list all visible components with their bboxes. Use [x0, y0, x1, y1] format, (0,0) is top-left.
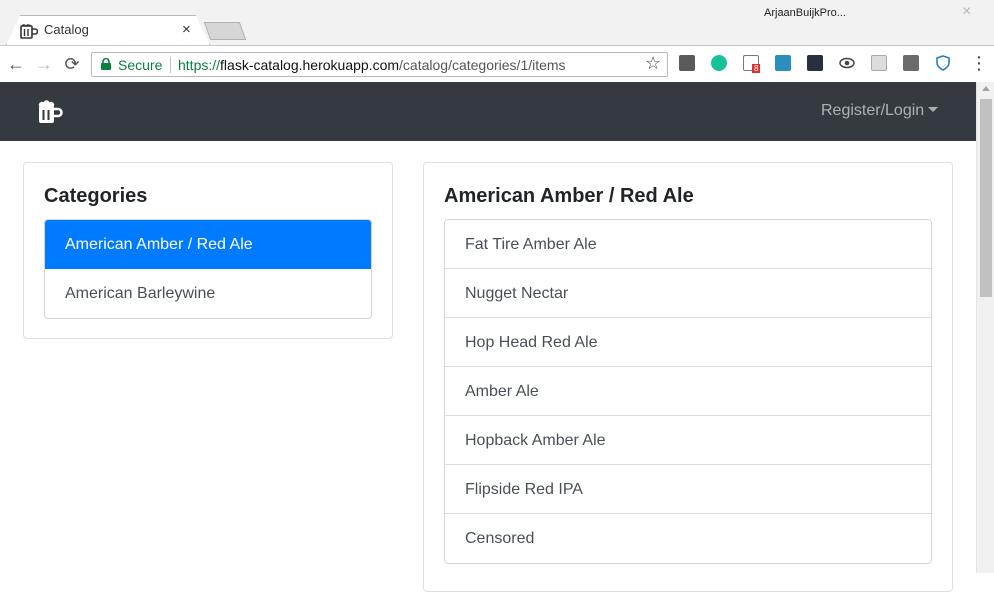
register-login-dropdown[interactable]: Register/Login: [821, 102, 939, 120]
shield-icon[interactable]: [935, 55, 951, 71]
extension-badge: 8: [752, 64, 761, 73]
category-item[interactable]: American Barleywine: [45, 269, 371, 318]
categories-list: American Amber / Red Ale American Barleyw…: [44, 219, 372, 319]
browser-tab-content: Catalog ×: [6, 15, 210, 45]
scrollbar-thumb[interactable]: [980, 99, 992, 297]
beer-mug-icon[interactable]: [36, 98, 64, 126]
catalog-item[interactable]: Hopback Amber Ale: [445, 416, 931, 465]
url-scheme: https://: [178, 57, 221, 73]
profile-name[interactable]: ArjaanBuijkPro...: [764, 7, 846, 19]
forward-icon[interactable]: →: [34, 54, 54, 74]
items-title: American Amber / Red Ale: [444, 185, 694, 207]
catalog-item[interactable]: Hop Head Red Ale: [445, 318, 931, 367]
reload-icon[interactable]: ⟳: [62, 54, 82, 74]
tab-title: Catalog: [44, 22, 89, 37]
scroll-up-icon[interactable]: [982, 86, 990, 91]
categories-card: Categories American Amber / Red Ale Ameri…: [23, 162, 393, 339]
beer-mug-icon: [20, 24, 38, 39]
app-navbar: Register/Login: [0, 82, 976, 141]
tab-strip: Catalog × ArjaanBuijkPro... ×: [0, 0, 994, 45]
url-text: https://flask-catalog.herokuapp.com/cata…: [178, 57, 566, 73]
stop-icon[interactable]: [679, 55, 695, 71]
tab-close-icon[interactable]: ×: [182, 21, 191, 38]
badge-icon[interactable]: 8: [743, 55, 761, 73]
page-scrollbar[interactable]: [976, 82, 994, 573]
grammarly-icon[interactable]: [711, 55, 727, 71]
address-bar[interactable]: Secure https://flask-catalog.herokuapp.c…: [91, 52, 668, 77]
ext-icon[interactable]: [775, 55, 791, 71]
catalog-item[interactable]: Flipside Red IPA: [445, 465, 931, 514]
catalog-item[interactable]: Amber Ale: [445, 367, 931, 416]
lock-icon: [101, 58, 111, 70]
caret-down-icon: [928, 107, 939, 112]
box-icon[interactable]: [871, 55, 887, 71]
eye-icon[interactable]: [839, 55, 855, 71]
categories-title: Categories: [44, 185, 148, 207]
url-host: flask-catalog.herokuapp.com: [220, 57, 400, 73]
browser-toolbar: ← → ⟳ Secure https://flask-catalog.herok…: [0, 45, 994, 82]
secure-label: Secure: [118, 57, 163, 73]
register-login-label: Register/Login: [821, 102, 925, 119]
browser-menu-icon[interactable]: ⋮: [970, 53, 988, 73]
jb-icon[interactable]: [903, 55, 919, 71]
ext-dark-icon[interactable]: [807, 55, 823, 71]
catalog-item[interactable]: Nugget Nectar: [445, 269, 931, 318]
new-tab-button[interactable]: [203, 22, 247, 40]
items-list: Fat Tire Amber Ale Nugget Nectar Hop Head …: [444, 219, 932, 564]
category-item[interactable]: American Amber / Red Ale: [45, 220, 371, 269]
catalog-item[interactable]: Fat Tire Amber Ale: [445, 220, 931, 269]
back-icon[interactable]: ←: [6, 54, 26, 74]
url-path: /catalog/categories/1/items: [399, 57, 566, 73]
browser-chrome: Catalog × ArjaanBuijkPro... × ← → ⟳ Secu…: [0, 0, 994, 82]
address-separator: [170, 57, 171, 73]
catalog-item[interactable]: Censored: [445, 514, 931, 563]
bookmark-star-icon[interactable]: ☆: [645, 53, 661, 74]
items-card: American Amber / Red Ale Fat Tire Amber …: [423, 162, 953, 592]
window-close-icon[interactable]: ×: [962, 3, 971, 21]
